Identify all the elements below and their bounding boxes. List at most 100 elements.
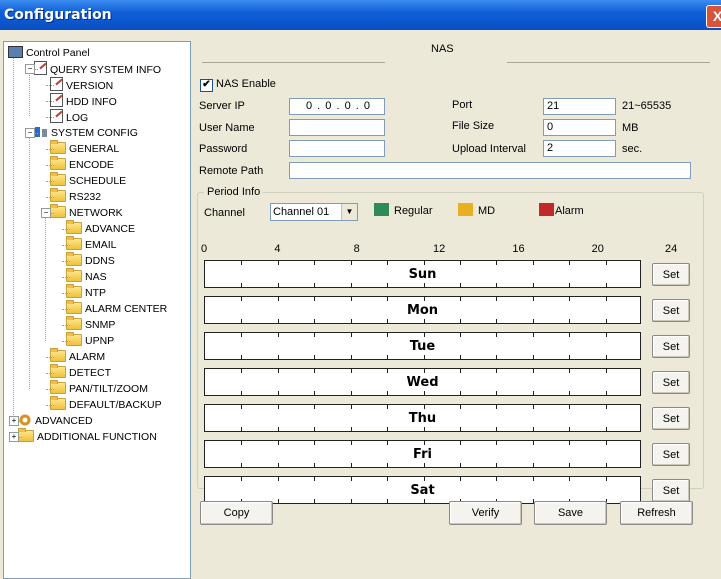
- set-button-fri[interactable]: Set: [652, 443, 690, 466]
- hour-tick: [606, 463, 607, 468]
- tree-item-general[interactable]: GENERAL: [50, 140, 119, 157]
- hour-tick: [387, 427, 388, 432]
- hour-tick: [606, 355, 607, 360]
- folder-icon: [50, 156, 66, 170]
- remote-path-input[interactable]: [289, 162, 691, 179]
- expand-icon[interactable]: +: [9, 416, 19, 426]
- tree-item-label: DDNS: [85, 255, 115, 267]
- nas-enable-checkbox[interactable]: ✔: [200, 79, 213, 92]
- close-button[interactable]: X: [706, 5, 721, 28]
- tree-line: [46, 405, 54, 406]
- tree-item-control-panel[interactable]: Control Panel: [8, 45, 90, 61]
- tree-line: [62, 341, 70, 342]
- tree-item-ntp[interactable]: NTP: [66, 284, 106, 301]
- port-input[interactable]: 21: [543, 98, 616, 115]
- tree-item-alarm-center[interactable]: ALARM CENTER: [66, 300, 167, 317]
- port-range-text: 21~65535: [622, 100, 672, 112]
- expand-icon[interactable]: +: [9, 432, 19, 442]
- hour-tick: [533, 368, 534, 373]
- hour-tick: [314, 260, 315, 265]
- hour-tick: [351, 499, 352, 504]
- tree-line: [46, 181, 54, 182]
- tree-item-alarm[interactable]: ALARM: [50, 348, 105, 365]
- refresh-button[interactable]: Refresh: [620, 501, 693, 525]
- hour-tick: [314, 404, 315, 409]
- tree-item-email[interactable]: EMAIL: [66, 236, 117, 253]
- tree-item-encode[interactable]: ENCODE: [50, 156, 114, 173]
- tree-line: [45, 216, 46, 341]
- set-button-wed[interactable]: Set: [652, 371, 690, 394]
- hour-tick: [606, 404, 607, 409]
- legend-md-swatch: [458, 203, 473, 216]
- tree-item-rs232[interactable]: RS232: [50, 188, 101, 205]
- hour-tick: [533, 319, 534, 324]
- hour-tick: [460, 427, 461, 432]
- upload-interval-input[interactable]: 2: [543, 140, 616, 157]
- channel-select[interactable]: Channel 01 ▼: [270, 203, 358, 221]
- day-schedule-bar-sun[interactable]: Sun: [204, 260, 641, 288]
- hour-tick: [460, 319, 461, 324]
- tree-item-version[interactable]: VERSION: [50, 77, 113, 93]
- hour-tick: [496, 319, 497, 324]
- hour-tick: [424, 427, 425, 432]
- day-schedule-bar-tue[interactable]: Tue: [204, 332, 641, 360]
- set-button-sun[interactable]: Set: [652, 263, 690, 286]
- tree-item-nas[interactable]: NAS: [66, 268, 107, 285]
- folder-icon: [50, 348, 66, 362]
- day-schedule-bar-mon[interactable]: Mon: [204, 296, 641, 324]
- verify-button[interactable]: Verify: [449, 501, 522, 525]
- set-button-thu[interactable]: Set: [652, 407, 690, 430]
- day-schedule-bar-fri[interactable]: Fri: [204, 440, 641, 468]
- tree-item-schedule[interactable]: SCHEDULE: [50, 172, 126, 189]
- hour-tick: [460, 355, 461, 360]
- legend-alarm-label: Alarm: [555, 205, 584, 217]
- tree-item-label: VERSION: [66, 80, 114, 92]
- config-tree[interactable]: Control Panel QUERY SYSTEM INFO − VERSION HD…: [3, 41, 191, 579]
- tree-item-label: HDD INFO: [66, 96, 117, 108]
- tree-item-advance[interactable]: ADVANCE: [66, 220, 135, 237]
- hour-tick: [569, 476, 570, 481]
- hour-tick: [314, 283, 315, 288]
- day-label: Sat: [410, 483, 435, 498]
- day-schedule-bar-wed[interactable]: Wed: [204, 368, 641, 396]
- collapse-icon[interactable]: −: [25, 128, 35, 138]
- filesize-input[interactable]: 0: [543, 119, 616, 136]
- tree-item-detect[interactable]: DETECT: [50, 364, 111, 381]
- day-label: Tue: [409, 339, 436, 354]
- save-button[interactable]: Save: [534, 501, 607, 525]
- set-button-tue[interactable]: Set: [652, 335, 690, 358]
- chevron-down-icon[interactable]: ▼: [341, 204, 357, 220]
- tree-item-log[interactable]: LOG: [50, 109, 88, 125]
- tree-item-snmp[interactable]: SNMP: [66, 316, 115, 333]
- day-schedule-bar-thu[interactable]: Thu: [204, 404, 641, 432]
- channel-select-value: Channel 01: [273, 206, 330, 218]
- password-input[interactable]: [289, 140, 385, 157]
- tree-line: [46, 373, 54, 374]
- username-input[interactable]: [289, 119, 385, 136]
- tree-item-pan-tilt-zoom[interactable]: PAN/TILT/ZOOM: [50, 380, 148, 397]
- tree-item-ddns[interactable]: DDNS: [66, 252, 115, 269]
- copy-button[interactable]: Copy: [200, 501, 273, 525]
- set-button-mon[interactable]: Set: [652, 299, 690, 322]
- collapse-icon[interactable]: −: [25, 64, 35, 74]
- collapse-icon[interactable]: −: [41, 208, 51, 218]
- day-schedule-bar-sat[interactable]: Sat: [204, 476, 641, 504]
- remote-path-label: Remote Path: [199, 165, 264, 177]
- hour-tick: [496, 440, 497, 445]
- tree-item-network[interactable]: NETWORK: [50, 204, 123, 221]
- upload-interval-unit: sec.: [622, 143, 643, 155]
- hour-tick: [351, 283, 352, 288]
- tree-item-hdd-info[interactable]: HDD INFO: [50, 93, 117, 109]
- hour-tick: [278, 440, 279, 445]
- hour-tick: [569, 391, 570, 396]
- tree-item-default-backup[interactable]: DEFAULT/BACKUP: [50, 396, 162, 413]
- hour-tick: [278, 476, 279, 481]
- tree-item-query-system-info[interactable]: QUERY SYSTEM INFO: [34, 61, 161, 77]
- tree-item-additional-function[interactable]: ADDITIONAL FUNCTION: [18, 428, 157, 445]
- tree-item-advanced[interactable]: ADVANCED: [18, 413, 93, 429]
- tree-item-system-config[interactable]: SYSTEM CONFIG: [34, 125, 138, 141]
- server-ip-input[interactable]: 0 . 0 . 0 . 0: [289, 98, 385, 115]
- hour-tick: [314, 296, 315, 301]
- set-button-sat[interactable]: Set: [652, 479, 690, 502]
- tree-item-upnp[interactable]: UPNP: [66, 332, 114, 349]
